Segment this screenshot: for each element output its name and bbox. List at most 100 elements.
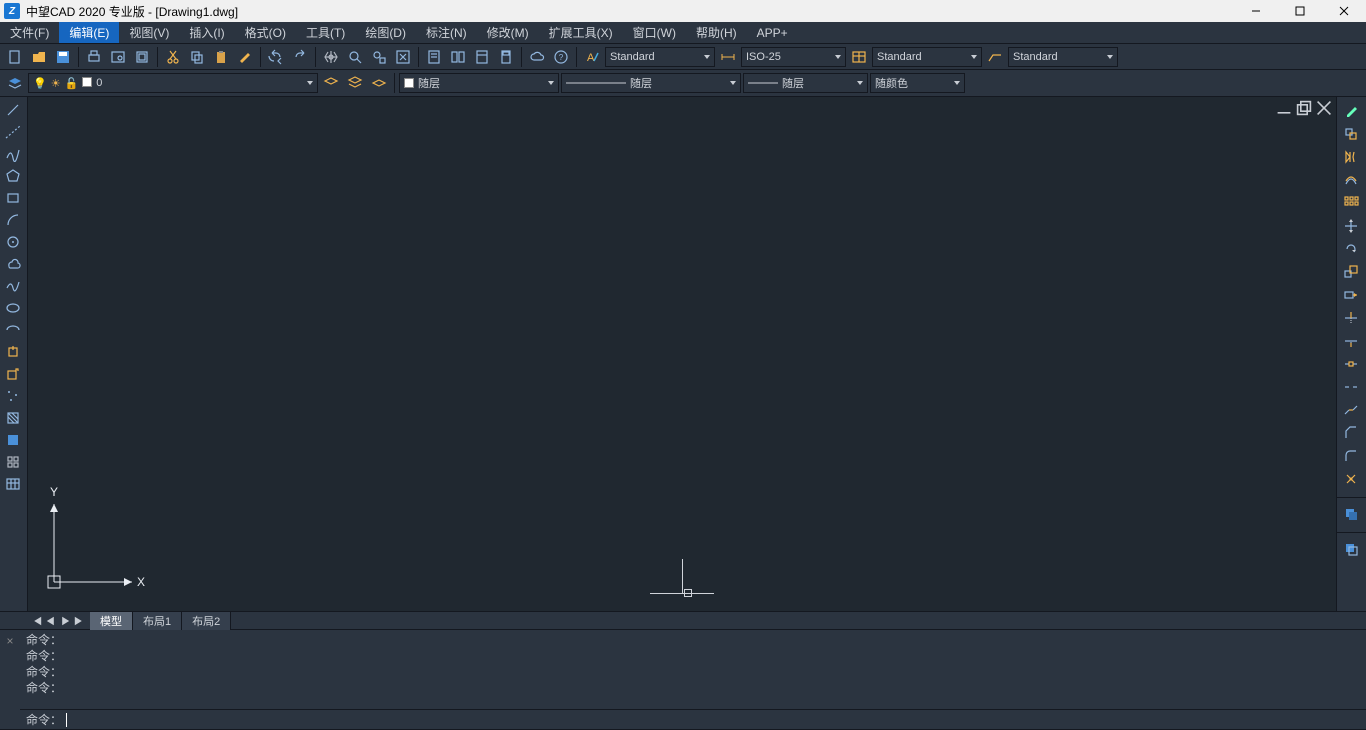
redo-button[interactable] — [289, 46, 311, 68]
plotstyle-dropdown[interactable]: 随颜色 — [870, 73, 965, 93]
scale-tool[interactable] — [1337, 260, 1365, 283]
fillet-tool[interactable] — [1337, 444, 1365, 467]
menu-tools[interactable]: 工具(T) — [296, 22, 355, 43]
ellipse-tool[interactable] — [0, 297, 26, 319]
save-button[interactable] — [52, 46, 74, 68]
tab-layout2[interactable]: 布局2 — [182, 612, 231, 630]
table-style-dropdown[interactable]: Standard — [872, 47, 982, 67]
array-tool[interactable] — [1337, 191, 1365, 214]
layer-state-button[interactable] — [344, 72, 366, 94]
pan-button[interactable] — [320, 46, 342, 68]
arc-tool[interactable] — [0, 209, 26, 231]
chamfer-tool[interactable] — [1337, 421, 1365, 444]
new-button[interactable] — [4, 46, 26, 68]
command-history[interactable]: 命令： 命令： 命令： 命令： — [20, 630, 1366, 709]
menu-app[interactable]: APP+ — [747, 22, 798, 43]
menu-edit[interactable]: 编辑(E) — [59, 22, 119, 43]
menu-format[interactable]: 格式(O) — [235, 22, 296, 43]
maximize-button[interactable] — [1278, 0, 1322, 22]
command-close-button[interactable]: × — [0, 630, 20, 729]
mirror-tool[interactable] — [1337, 145, 1365, 168]
rotate-tool[interactable] — [1337, 237, 1365, 260]
polygon-tool[interactable] — [0, 165, 26, 187]
properties-button[interactable] — [423, 46, 445, 68]
point-tool[interactable] — [0, 385, 26, 407]
menu-express[interactable]: 扩展工具(X) — [539, 22, 623, 43]
lineweight-dropdown[interactable]: 随层 — [743, 73, 868, 93]
menu-help[interactable]: 帮助(H) — [686, 22, 747, 43]
zoom-extents-button[interactable] — [392, 46, 414, 68]
linetype-dropdown[interactable]: 随层 — [561, 73, 741, 93]
tab-next-button[interactable] — [58, 614, 72, 628]
ellipse-arc-tool[interactable] — [0, 319, 26, 341]
rectangle-tool[interactable] — [0, 187, 26, 209]
command-input[interactable]: 命令： — [20, 709, 1366, 729]
offset-tool[interactable] — [1337, 168, 1365, 191]
dim-style-dropdown[interactable]: ISO-25 — [741, 47, 846, 67]
make-block-tool[interactable] — [0, 363, 26, 385]
print-button[interactable] — [83, 46, 105, 68]
tab-last-button[interactable] — [72, 614, 86, 628]
zoom-window-button[interactable] — [368, 46, 390, 68]
calculator-button[interactable] — [495, 46, 517, 68]
cloud-button[interactable] — [526, 46, 548, 68]
revcloud-tool[interactable] — [0, 253, 26, 275]
explode-tool[interactable] — [1337, 467, 1365, 490]
layer-iso-button[interactable] — [368, 72, 390, 94]
construction-line-tool[interactable] — [0, 121, 26, 143]
color-dropdown[interactable]: 随层 — [399, 73, 559, 93]
zoom-realtime-button[interactable] — [344, 46, 366, 68]
tab-model[interactable]: 模型 — [90, 612, 133, 630]
close-button[interactable] — [1322, 0, 1366, 22]
extend-tool[interactable] — [1337, 329, 1365, 352]
copy-button[interactable] — [186, 46, 208, 68]
insert-block-tool[interactable] — [0, 341, 26, 363]
text-style-dropdown[interactable]: Standard — [605, 47, 715, 67]
paste-button[interactable] — [210, 46, 232, 68]
tool-palettes-button[interactable] — [471, 46, 493, 68]
polyline-tool[interactable] — [0, 143, 26, 165]
design-center-button[interactable] — [447, 46, 469, 68]
canvas-close-button[interactable] — [1316, 101, 1332, 115]
menu-window[interactable]: 窗口(W) — [623, 22, 686, 43]
tab-first-button[interactable] — [30, 614, 44, 628]
menu-modify[interactable]: 修改(M) — [477, 22, 539, 43]
publish-button[interactable] — [131, 46, 153, 68]
spline-tool[interactable] — [0, 275, 26, 297]
tab-layout1[interactable]: 布局1 — [133, 612, 182, 630]
menu-insert[interactable]: 插入(I) — [179, 22, 234, 43]
copy-tool[interactable] — [1337, 122, 1365, 145]
canvas-minimize-button[interactable] — [1276, 101, 1292, 115]
canvas-restore-button[interactable] — [1296, 101, 1312, 115]
mleader-style-icon[interactable] — [984, 46, 1006, 68]
break-tool[interactable] — [1337, 375, 1365, 398]
circle-tool[interactable] — [0, 231, 26, 253]
print-preview-button[interactable] — [107, 46, 129, 68]
table-tool[interactable] — [0, 473, 26, 495]
table-style-icon[interactable] — [848, 46, 870, 68]
menu-file[interactable]: 文件(F) — [0, 22, 59, 43]
minimize-button[interactable] — [1234, 0, 1278, 22]
layer-manager-button[interactable] — [4, 72, 26, 94]
open-button[interactable] — [28, 46, 50, 68]
layer-previous-button[interactable] — [320, 72, 342, 94]
line-tool[interactable] — [0, 99, 26, 121]
draworder-tool[interactable] — [1337, 502, 1365, 525]
tab-prev-button[interactable] — [44, 614, 58, 628]
gradient-tool[interactable] — [0, 429, 26, 451]
menu-view[interactable]: 视图(V) — [119, 22, 179, 43]
entity-toolbar-button[interactable] — [1337, 537, 1365, 560]
drawing-canvas[interactable]: X Y — [28, 97, 1336, 611]
stretch-tool[interactable] — [1337, 283, 1365, 306]
menu-dimension[interactable]: 标注(N) — [416, 22, 477, 43]
undo-button[interactable] — [265, 46, 287, 68]
mleader-style-dropdown[interactable]: Standard — [1008, 47, 1118, 67]
dim-style-icon[interactable] — [717, 46, 739, 68]
match-properties-button[interactable] — [234, 46, 256, 68]
hatch-tool[interactable] — [0, 407, 26, 429]
help-button[interactable]: ? — [550, 46, 572, 68]
region-tool[interactable] — [0, 451, 26, 473]
layer-dropdown[interactable]: 💡 ☀ 🔓 0 — [28, 73, 318, 93]
text-style-icon[interactable]: A — [581, 46, 603, 68]
move-tool[interactable] — [1337, 214, 1365, 237]
